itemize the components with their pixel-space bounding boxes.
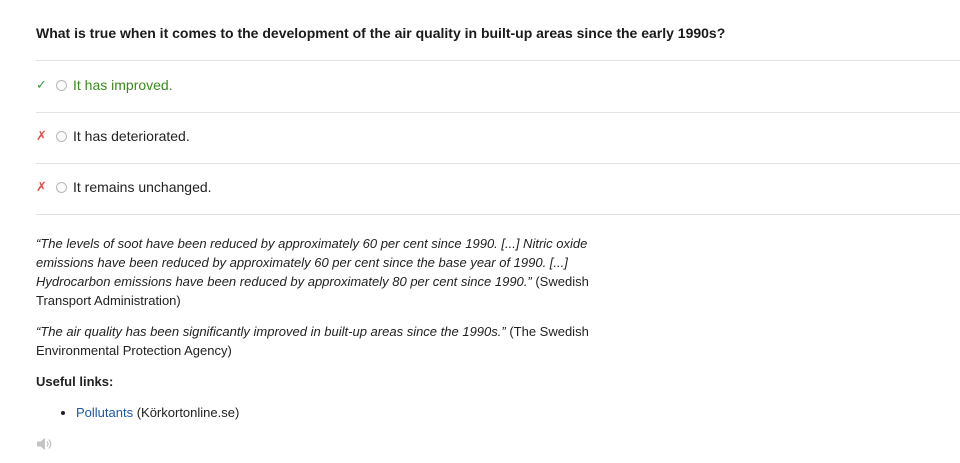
question-text: What is true when it comes to the develo… [36,25,726,41]
explanation: “The levels of soot have been reduced by… [36,234,626,422]
answer-option-unchanged[interactable]: ✗ It remains unchanged. [36,176,916,198]
answer-label: It has improved. [73,77,173,93]
quote-transport-administration: “The levels of soot have been reduced by… [36,236,588,289]
answer-label: It has deteriorated. [73,128,190,144]
divider [36,163,960,164]
radio-button[interactable] [56,130,67,142]
useful-links-list: Pollutants (Körkortonline.se) [36,403,626,422]
explanation-paragraph-1: “The levels of soot have been reduced by… [36,234,626,310]
answer-option-improved[interactable]: ✓ It has improved. [36,74,916,96]
divider [36,60,960,61]
pollutants-link[interactable]: Pollutants [76,405,133,420]
explanation-paragraph-2: “The air quality has been significantly … [36,322,626,360]
quiz-page: What is true when it comes to the develo… [0,0,960,463]
answer-label: It remains unchanged. [73,179,212,195]
checkmark-icon: ✓ [36,77,47,92]
speaker-icon[interactable] [36,436,54,452]
quote-environmental-agency: “The air quality has been significantly … [36,324,506,339]
radio-button[interactable] [56,79,67,91]
useful-links-heading: Useful links: [36,374,114,389]
radio-button[interactable] [56,181,67,193]
answer-option-deteriorated[interactable]: ✗ It has deteriorated. [36,125,916,147]
list-item: Pollutants (Körkortonline.se) [76,403,626,422]
link-source: (Körkortonline.se) [133,405,240,420]
divider [36,112,960,113]
cross-icon: ✗ [36,179,47,194]
divider [36,214,960,215]
cross-icon: ✗ [36,128,47,143]
